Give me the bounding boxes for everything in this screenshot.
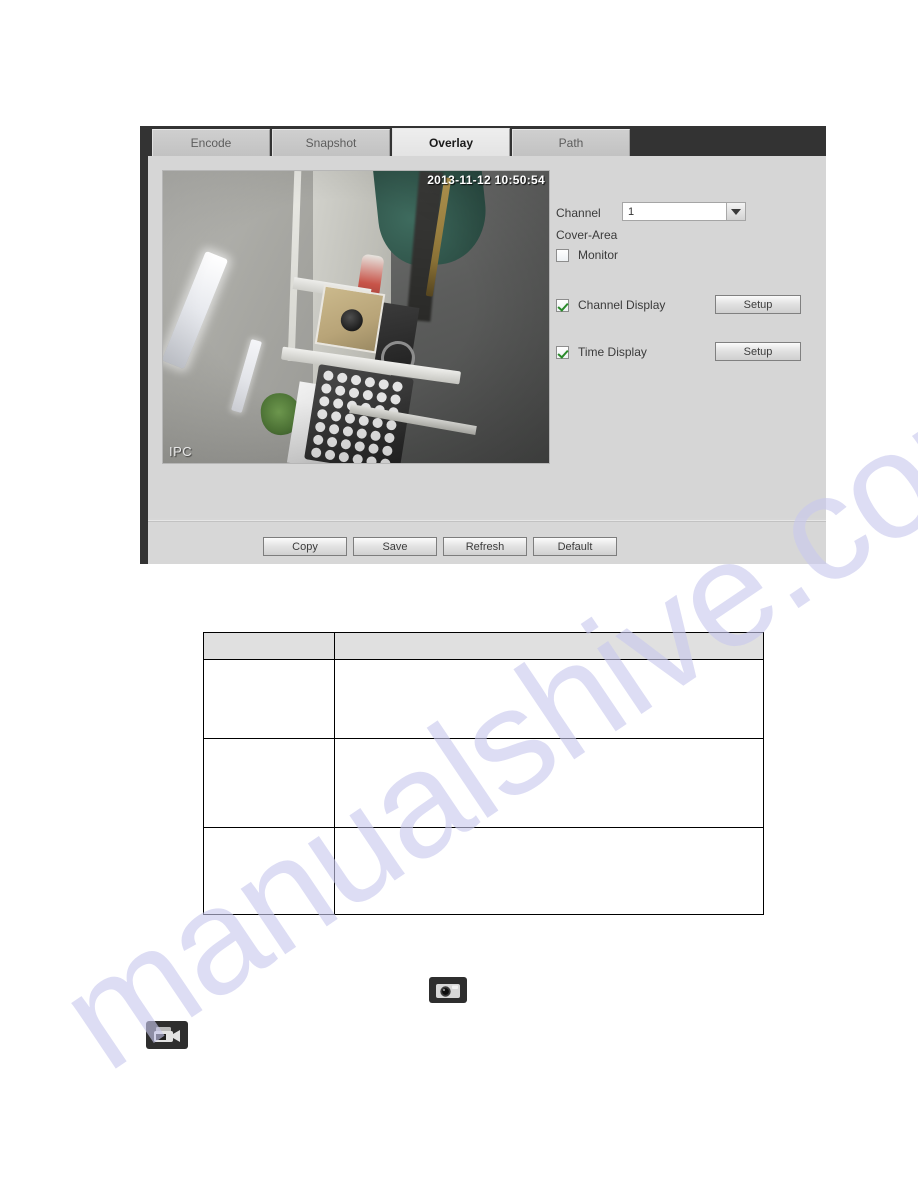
table-row	[203, 738, 764, 828]
table-cell-parameter	[203, 738, 335, 828]
video-camera-icon	[146, 1021, 188, 1049]
overlay-settings-panel: 2013-11-12 10:50:54 IPC Channel 1 Cover-…	[148, 156, 826, 564]
table-header-function	[334, 632, 764, 660]
time-display-setup-label: Setup	[743, 345, 773, 358]
table-header-parameter	[203, 632, 335, 660]
tab-path-label: Path	[558, 136, 584, 150]
save-button[interactable]: Save	[353, 537, 437, 556]
video-scene	[163, 171, 549, 463]
table-cell-function	[334, 738, 764, 828]
tab-snapshot-label: Snapshot	[305, 136, 357, 150]
copy-button[interactable]: Copy	[263, 537, 347, 556]
table-header-row	[203, 632, 764, 660]
channel-select[interactable]: 1	[622, 202, 746, 221]
osd-channel-name: IPC	[169, 444, 193, 459]
tab-overlay[interactable]: Overlay	[392, 128, 510, 156]
table-cell-parameter	[203, 659, 335, 739]
chevron-down-icon[interactable]	[726, 203, 745, 220]
channel-display-checkbox[interactable]	[556, 298, 569, 312]
video-preview[interactable]: 2013-11-12 10:50:54 IPC	[162, 170, 550, 464]
camera-icon	[429, 977, 467, 1003]
time-display-setup-button[interactable]: Setup	[715, 342, 801, 361]
table-row	[203, 659, 764, 739]
table-cell-function	[334, 659, 764, 739]
monitor-checkbox-row[interactable]: Monitor	[556, 248, 618, 262]
panel-content-area: 2013-11-12 10:50:54 IPC Channel 1 Cover-…	[148, 156, 826, 518]
table-cell-parameter	[203, 827, 335, 915]
tab-overlay-label: Overlay	[428, 135, 474, 150]
device-config-window: Encode Snapshot Overlay Path 2013-11-12 …	[140, 126, 826, 564]
tab-encode[interactable]: Encode	[152, 129, 270, 156]
tab-encode-label: Encode	[190, 136, 232, 150]
default-button[interactable]: Default	[533, 537, 617, 556]
table-row	[203, 827, 764, 915]
channel-display-setup-label: Setup	[743, 298, 773, 311]
copy-button-label: Copy	[292, 540, 318, 553]
channel-display-setup-button[interactable]: Setup	[715, 295, 801, 314]
tab-strip: Encode Snapshot Overlay Path	[148, 126, 826, 156]
time-display-checkbox-row[interactable]: Time Display	[556, 345, 647, 359]
refresh-button-label: Refresh	[465, 540, 505, 553]
tab-snapshot[interactable]: Snapshot	[272, 129, 390, 156]
channel-display-label: Channel Display	[578, 298, 666, 312]
save-button-label: Save	[382, 540, 408, 553]
cover-area-label: Cover-Area	[556, 228, 618, 242]
default-button-label: Default	[557, 540, 593, 553]
overlay-controls: Channel 1 Cover-Area Monitor Channel Dis…	[552, 170, 812, 464]
monitor-checkbox[interactable]	[556, 248, 569, 262]
footer-button-bar: Copy Save Refresh Default	[148, 537, 826, 559]
osd-timestamp: 2013-11-12 10:50:54	[427, 173, 545, 187]
tab-path[interactable]: Path	[512, 129, 630, 156]
footer-divider	[148, 520, 826, 522]
monitor-label: Monitor	[578, 248, 619, 262]
parameter-description-table	[203, 632, 764, 915]
channel-label: Channel	[556, 206, 601, 220]
time-display-checkbox[interactable]	[556, 345, 569, 359]
window-left-rail	[140, 126, 148, 564]
channel-display-checkbox-row[interactable]: Channel Display	[556, 298, 665, 312]
time-display-label: Time Display	[578, 345, 647, 359]
channel-select-value: 1	[628, 205, 635, 218]
refresh-button[interactable]: Refresh	[443, 537, 527, 556]
table-cell-function	[334, 827, 764, 915]
